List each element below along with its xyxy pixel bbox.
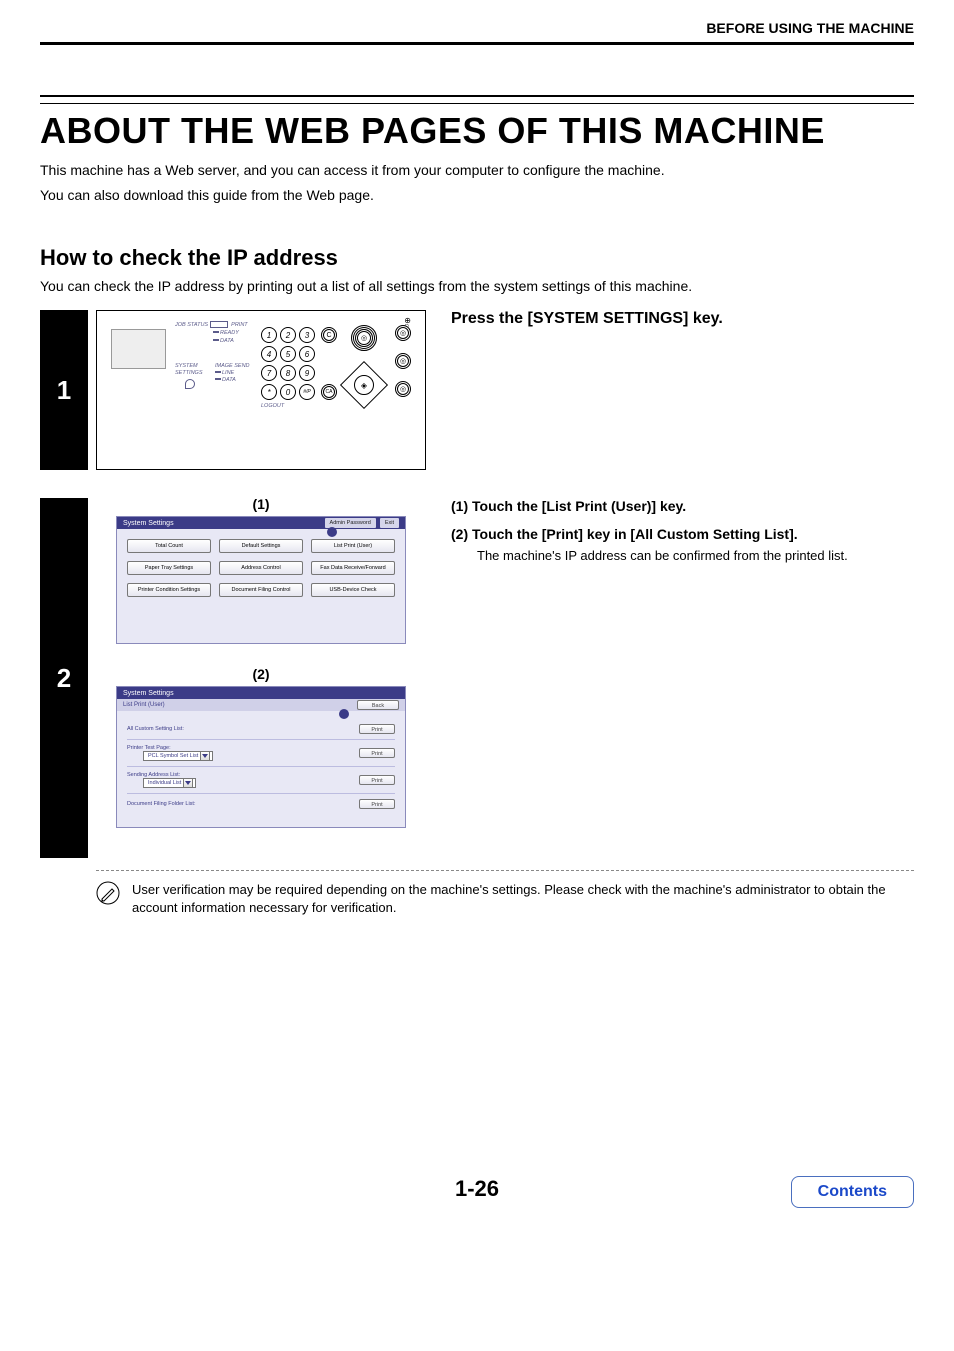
screen-1-title: System Settings (123, 520, 174, 527)
printer-test-select: PCL Symbol Set List (143, 751, 213, 761)
intro-line-2: You can also download this guide from th… (40, 186, 914, 205)
section-rule-thick (40, 95, 914, 97)
list-print-user-button: List Print (User) (311, 539, 395, 553)
key-5: 5 (280, 346, 296, 362)
step-number-2: 2 (40, 498, 88, 858)
clear-key: C (321, 327, 337, 343)
usb-device-check-button: USB-Device Check (311, 583, 395, 597)
step-1-title: Press the [SYSTEM SETTINGS] key. (451, 310, 914, 328)
doc-filing-control-button: Document Filing Control (219, 583, 303, 597)
screen-2-title: System Settings (123, 690, 174, 697)
key-6: 6 (299, 346, 315, 362)
diamond-control: ◈ (340, 361, 388, 409)
list-print-screen: System Settings List Print (User) Back A… (116, 686, 406, 828)
bullet-1-marker: (1) (451, 498, 468, 514)
print-button-4: Print (359, 799, 395, 809)
key-3: 3 (299, 327, 315, 343)
fax-data-button: Fax Data Receive/Forward (311, 561, 395, 575)
panel-display (111, 329, 166, 369)
callout-2-label: (2) (252, 666, 269, 682)
page-title: ABOUT THE WEB PAGES OF THIS MACHINE (40, 110, 914, 151)
key-1: 1 (261, 327, 277, 343)
screen-1-titlebar: System Settings Admin Password Exit (117, 517, 405, 529)
key-7: 7 (261, 365, 277, 381)
screen-2-subtitle: List Print (User) (123, 702, 165, 708)
bullet-2-marker: (2) (451, 526, 468, 542)
press-pointer-icon (185, 379, 195, 389)
side-btn-3: ◎ (395, 381, 411, 397)
bullet-2-body: The machine's IP address can be confirme… (477, 548, 914, 563)
paper-tray-button: Paper Tray Settings (127, 561, 211, 575)
row-doc-filing: Document Filing Folder List: (127, 801, 359, 807)
step-number-1: 1 (40, 310, 88, 470)
system-settings-screen: System Settings Admin Password Exit Tota… (116, 516, 406, 644)
key-hash: #/P (299, 384, 315, 400)
extra-key-column: C CA (321, 327, 337, 400)
note-text: User verification may be required depend… (132, 881, 914, 916)
address-control-button: Address Control (219, 561, 303, 575)
key-8: 8 (280, 365, 296, 381)
default-settings-button: Default Settings (219, 539, 303, 553)
back-button: Back (357, 700, 399, 710)
key-9: 9 (299, 365, 315, 381)
page-footer: 1-26 Contents (40, 1176, 914, 1202)
bullet-1-head: Touch the [List Print (User)] key. (472, 498, 686, 514)
screen-1-wrap: (1) System Settings Admin Password Exit … (96, 498, 426, 644)
callout-1-dot (327, 527, 337, 537)
intro-line-1: This machine has a Web server, and you c… (40, 161, 914, 180)
sublead: You can check the IP address by printing… (40, 277, 914, 296)
sending-addr-select: Individual List (143, 778, 196, 788)
note-separator (96, 870, 914, 871)
panel-status-labels: JOB STATUS PRINT READY DATA (175, 321, 248, 346)
printer-condition-button: Printer Condition Settings (127, 583, 211, 597)
pencil-icon (96, 881, 120, 905)
panel-logout-label: LOGOUT (261, 403, 284, 409)
screen-2-wrap: (2) System Settings List Print (User) Ba… (96, 668, 426, 828)
chapter-subtitle: BEFORE USING THE MACHINE (40, 20, 914, 36)
right-side-buttons: ◎ ◎ ◎ (395, 325, 411, 397)
note-row: User verification may be required depend… (96, 881, 914, 916)
key-0: 0 (280, 384, 296, 400)
panel-system-settings-label: SYSTEM SETTINGS (175, 363, 203, 377)
exit-button: Exit (380, 518, 399, 528)
row-all-custom: All Custom Setting List: (127, 726, 359, 732)
key-2: 2 (280, 327, 296, 343)
section-rule-thin (40, 103, 914, 104)
screen-2-subtitlebar: List Print (User) Back (117, 699, 405, 711)
screen-2-titlebar: System Settings (117, 687, 405, 699)
contents-button[interactable]: Contents (791, 1176, 914, 1208)
key-4: 4 (261, 346, 277, 362)
bullet-2-head: Touch the [Print] key in [All Custom Set… (472, 526, 798, 542)
key-star: * (261, 384, 277, 400)
rule-top (40, 42, 914, 45)
callout-1-label: (1) (252, 496, 269, 512)
print-button-2: Print (359, 748, 395, 758)
control-panel-illustration: JOB STATUS PRINT READY DATA SYSTEM SETTI… (96, 310, 426, 470)
print-button-1: Print (359, 724, 395, 734)
total-count-button: Total Count (127, 539, 211, 553)
panel-image-send-labels: IMAGE SEND LINE DATA (215, 363, 250, 384)
page-number: 1-26 (455, 1176, 499, 1201)
side-btn-1: ◎ (395, 325, 411, 341)
side-btn-2: ◎ (395, 353, 411, 369)
numeric-keypad: 1 2 3 4 5 6 7 8 9 * 0 #/P (261, 327, 315, 400)
subheading-ip: How to check the IP address (40, 245, 914, 271)
step-1: 1 JOB STATUS PRINT READY DATA SYSTEM SET… (40, 310, 914, 470)
ca-key: CA (321, 384, 337, 400)
print-button-3: Print (359, 775, 395, 785)
step-2: 2 (1) System Settings Admin Password Exi… (40, 498, 914, 858)
big-round-button: ◎ (351, 325, 377, 351)
